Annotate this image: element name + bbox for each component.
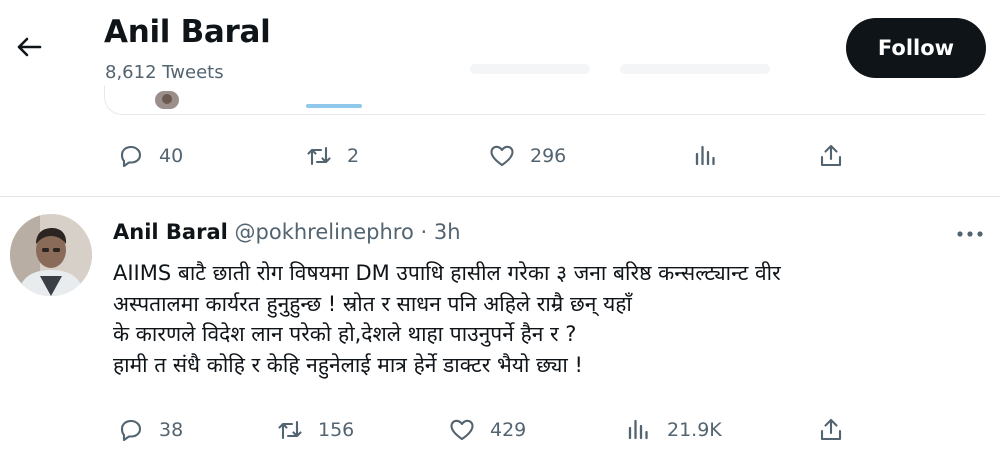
tweet-actions: 38 156 429 21.9K: [0, 410, 1000, 450]
tweet-time[interactable]: 3h: [434, 220, 461, 244]
follow-button[interactable]: Follow: [846, 18, 986, 78]
tweet-line: के कारणले विदेश लान परेको हो,देशले थाहा …: [113, 322, 577, 346]
reply-button[interactable]: 40: [117, 136, 183, 176]
tweet-body: AIIMS बाटै छाती रोग विषयमा DM उपाधि हासी…: [113, 258, 781, 380]
faded-content: [470, 64, 590, 74]
more-icon[interactable]: [952, 226, 988, 242]
author-handle[interactable]: @pokhrelinephro: [235, 220, 414, 244]
top-tweet-actions: 40 2 296: [0, 136, 1000, 176]
tweet-count: 8,612 Tweets: [105, 62, 224, 83]
like-icon: [450, 419, 474, 441]
quoted-avatar: [155, 91, 179, 109]
retweet-button[interactable]: 2: [305, 136, 359, 176]
share-button[interactable]: [817, 136, 859, 176]
reply-button[interactable]: 38: [117, 410, 183, 450]
retweet-icon: [278, 420, 302, 440]
views-icon: [695, 145, 715, 166]
thread-indicator: [306, 104, 362, 108]
tweet-meta: Anil Baral @pokhrelinephro · 3h: [113, 220, 461, 244]
profile-header: Anil Baral 8,612 Tweets Follow: [0, 0, 1000, 118]
share-icon: [820, 144, 842, 167]
tweet-line: अस्पतालमा कार्यरत हुनुहुन्छ ! स्रोत र सा…: [113, 291, 632, 316]
tweet-line: हामी त संधै कोहि र केहि नहुनेलाई मात्र ह…: [113, 352, 583, 377]
share-icon: [820, 418, 842, 441]
like-button[interactable]: 429: [448, 410, 526, 450]
tweet-line: AIIMS बाटै छाती रोग विषयमा DM उपाधि हासी…: [113, 261, 781, 285]
retweet-count: 156: [318, 419, 355, 441]
views-button[interactable]: [692, 136, 734, 176]
back-arrow-icon[interactable]: [14, 32, 44, 62]
retweet-icon: [307, 146, 331, 166]
avatar[interactable]: [10, 214, 92, 296]
tweet-divider: [0, 196, 1000, 197]
like-icon: [490, 145, 514, 167]
meta-separator: ·: [420, 220, 428, 244]
like-count: 429: [490, 419, 527, 441]
faded-content: [620, 64, 770, 74]
views-count: 21.9K: [667, 419, 722, 441]
reply-icon: [120, 145, 142, 168]
like-button[interactable]: 296: [488, 136, 566, 176]
profile-name-title: Anil Baral: [104, 14, 271, 50]
retweet-button[interactable]: 156: [276, 410, 354, 450]
views-button[interactable]: 21.9K: [625, 410, 722, 450]
author-name[interactable]: Anil Baral: [113, 220, 228, 244]
reply-count: 38: [159, 419, 184, 441]
share-button[interactable]: [817, 410, 859, 450]
quoted-tweet-edge: [104, 86, 985, 115]
views-icon: [628, 419, 648, 440]
reply-icon: [120, 419, 142, 442]
reply-count: 40: [159, 145, 184, 167]
retweet-count: 2: [347, 145, 360, 167]
avatar-photo: [10, 214, 92, 296]
like-count: 296: [530, 145, 567, 167]
